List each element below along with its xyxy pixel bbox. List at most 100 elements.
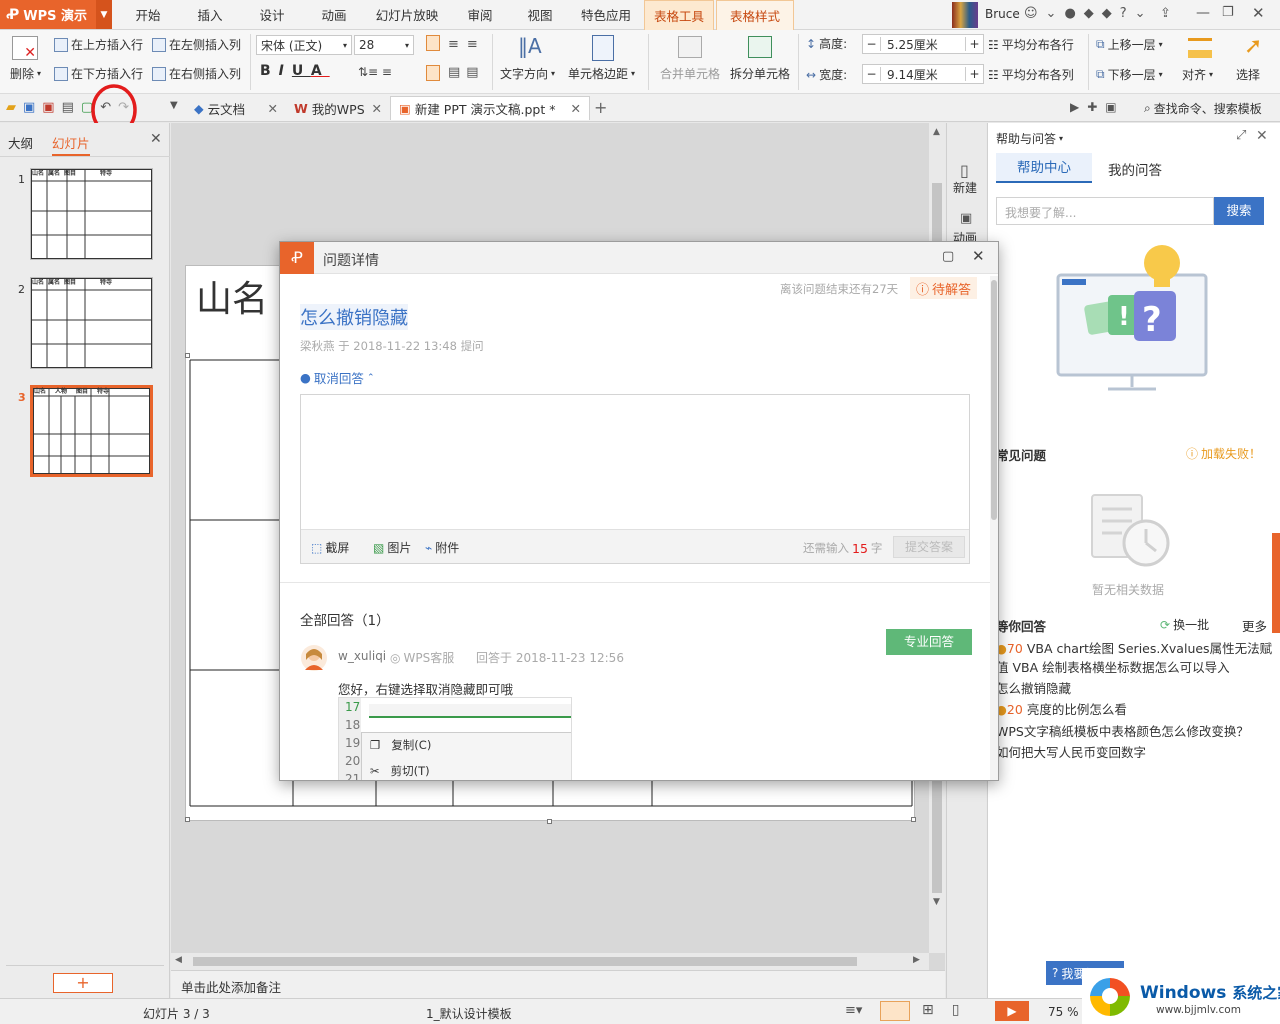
scroll-left-icon[interactable]: ◀ bbox=[175, 955, 182, 965]
list-item[interactable]: WPS文字稿纸模板中表格颜色怎么修改变换？ bbox=[996, 722, 1274, 741]
maximize-icon[interactable]: ▢ bbox=[942, 249, 954, 264]
scroll-up-icon[interactable]: ▲ bbox=[933, 127, 940, 137]
cell-margin-icon[interactable] bbox=[592, 35, 614, 61]
help-panel-title[interactable]: 帮助与问答 ▾ bbox=[996, 130, 1063, 147]
valign-top-icon[interactable] bbox=[426, 65, 440, 81]
answer-editor[interactable]: ⬚ 截屏 ▧ 图片 ⌁ 附件 还需输入 15 字 提交答案 bbox=[300, 394, 970, 564]
align-icons[interactable]: ≡≡ bbox=[448, 37, 486, 52]
faq-error[interactable]: ⓘ 加载失败！ bbox=[1186, 445, 1261, 462]
tab-special[interactable]: 特色应用 bbox=[578, 0, 634, 30]
delete-button[interactable]: 删除 ▾ bbox=[10, 65, 41, 82]
pro-answer-button[interactable]: 专业回答 bbox=[886, 629, 972, 655]
context-copy[interactable]: ❐ 复制(C) bbox=[370, 737, 431, 753]
tab-slides[interactable]: 幻灯片 bbox=[52, 133, 90, 156]
play-slideshow-button[interactable]: ▶ bbox=[995, 1001, 1029, 1021]
answer-user[interactable]: w_xuliqi bbox=[338, 649, 386, 663]
add-slide-button[interactable]: + bbox=[53, 973, 113, 993]
width-input[interactable]: 9.14厘米 bbox=[881, 66, 965, 83]
width-stepper[interactable]: −9.14厘米 + bbox=[862, 64, 984, 84]
image-button[interactable]: ▧ 图片 bbox=[373, 539, 411, 556]
upload-icon[interactable]: ⇪ bbox=[1160, 6, 1171, 21]
horizontal-scrollbar[interactable]: ◀ ▶ bbox=[171, 953, 929, 970]
close-panel-icon[interactable]: ✕ bbox=[150, 131, 162, 147]
distribute-rows-button[interactable]: ☷ 平均分布各行 bbox=[988, 36, 1074, 53]
submit-answer-button[interactable]: 提交答案 bbox=[893, 536, 965, 558]
insert-right-button[interactable]: 在右侧插入列 bbox=[152, 65, 241, 82]
doc-tab-cloud[interactable]: ◆ 云文档 ✕ bbox=[186, 96, 286, 120]
doc-tab-mywps[interactable]: W 我的WPS ✕ bbox=[286, 96, 390, 120]
tab-help-center[interactable]: 帮助中心 bbox=[996, 153, 1092, 183]
view-mode-icons[interactable]: ⊞▯ bbox=[922, 1002, 977, 1018]
font-select[interactable]: 宋体 (正文) ▾ bbox=[256, 35, 352, 55]
doc-tab-current[interactable]: ▣ 新建 PPT 演示文稿.ppt * ✕ bbox=[390, 96, 590, 120]
chevron-down-icon[interactable]: ▼ bbox=[96, 0, 112, 29]
restore-icon[interactable]: ❐ bbox=[1222, 5, 1234, 20]
align-button[interactable]: 对齐 ▾ bbox=[1182, 66, 1213, 83]
send-backward-button[interactable]: ⧉ 下移一层 ▾ bbox=[1096, 66, 1163, 83]
cell-margin-button[interactable]: 单元格边距 ▾ bbox=[568, 65, 635, 82]
template-name[interactable]: 1_默认设计模板 bbox=[426, 1005, 512, 1022]
scroll-thumb[interactable] bbox=[991, 280, 997, 520]
merge-cells-button[interactable]: 合并单元格 bbox=[660, 65, 720, 82]
list-item[interactable]: 怎么撤销隐藏 bbox=[996, 679, 1274, 698]
normal-view-icon[interactable] bbox=[880, 1001, 910, 1021]
font-style-buttons[interactable]: BIUA bbox=[260, 63, 330, 79]
close-icon[interactable]: ✕ bbox=[268, 101, 278, 116]
tab-animation[interactable]: 动画 bbox=[314, 0, 354, 30]
resize-handle[interactable] bbox=[185, 353, 190, 358]
tab-outline[interactable]: 大纲 bbox=[8, 133, 33, 152]
tab-my-qa[interactable]: 我的问答 bbox=[1108, 159, 1162, 179]
dialog-scrollbar[interactable] bbox=[990, 276, 998, 780]
tab-view[interactable]: 视图 bbox=[520, 0, 560, 30]
tab-bar-icons[interactable]: ▶✚▣ bbox=[1070, 100, 1125, 114]
title-bar-icons[interactable]: ☺⌄●◆◆?⌄ bbox=[1024, 6, 1154, 21]
side-collapse-tab[interactable] bbox=[1272, 533, 1280, 633]
expand-icon[interactable]: ⤢ bbox=[1236, 128, 1246, 143]
close-icon[interactable]: ✕ bbox=[571, 101, 581, 116]
height-stepper[interactable]: −5.25厘米 + bbox=[862, 34, 984, 54]
close-icon[interactable]: ✕ bbox=[972, 247, 985, 265]
tab-table-style[interactable]: 表格样式 bbox=[716, 0, 794, 30]
slide-thumbnail-1[interactable]: 山名 属名 图目 特寺 bbox=[30, 168, 153, 260]
scroll-thumb[interactable] bbox=[193, 957, 857, 966]
tab-insert[interactable]: 插入 bbox=[190, 0, 230, 30]
minimize-icon[interactable]: — bbox=[1196, 5, 1210, 21]
text-direction-button[interactable]: 文字方向 ▾ bbox=[500, 65, 555, 82]
tab-home[interactable]: 开始 bbox=[128, 0, 168, 30]
dropdown-icon[interactable]: ▼ bbox=[170, 100, 178, 111]
more-link[interactable]: 更多 bbox=[1242, 616, 1267, 635]
close-icon[interactable]: ✕ bbox=[1256, 128, 1268, 144]
scroll-right-icon[interactable]: ▶ bbox=[913, 955, 920, 965]
strip-new-button[interactable]: 新建 bbox=[953, 179, 977, 196]
bring-forward-button[interactable]: ⧉ 上移一层 ▾ bbox=[1096, 36, 1163, 53]
resize-handle[interactable] bbox=[185, 817, 190, 822]
skin-icon[interactable] bbox=[952, 2, 978, 28]
slide-thumbnail-3[interactable]: 山名 人物 图目 特寺 bbox=[30, 385, 153, 477]
height-input[interactable]: 5.25厘米 bbox=[881, 36, 965, 53]
insert-below-button[interactable]: 在下方插入行 bbox=[54, 65, 143, 82]
notes-pane[interactable]: 单击此处添加备注 bbox=[171, 970, 945, 998]
resize-handle[interactable] bbox=[911, 817, 916, 822]
list-item[interactable]: ●70 VBA chart绘图 Series.Xvalues属性无法赋值 VBA… bbox=[996, 639, 1274, 677]
close-icon[interactable]: ✕ bbox=[372, 101, 382, 116]
tab-table-tools[interactable]: 表格工具 bbox=[644, 0, 714, 30]
insert-above-button[interactable]: 在上方插入行 bbox=[54, 36, 143, 53]
distribute-cols-button[interactable]: ☷ 平均分布各列 bbox=[988, 66, 1074, 83]
resize-handle[interactable] bbox=[547, 819, 552, 824]
new-tab-icon[interactable]: + bbox=[594, 98, 607, 117]
refresh-button[interactable]: ⟳ 换一批 bbox=[1160, 616, 1209, 633]
answer-screenshot[interactable]: 17 18 19 20 21 ❐ 复制(C) ✂ 剪切(T) bbox=[338, 697, 572, 780]
tab-slideshow[interactable]: 幻灯片放映 bbox=[372, 0, 442, 30]
help-search-input[interactable]: 我想要了解... bbox=[996, 197, 1214, 225]
close-icon[interactable]: ✕ bbox=[1252, 4, 1265, 22]
app-menu-button[interactable]: Ꝓ WPS 演示 ▼ bbox=[0, 0, 112, 29]
line-spacing-icon[interactable]: ⇅≡ ≡ bbox=[358, 65, 392, 79]
attachment-button[interactable]: ⌁ 附件 bbox=[425, 539, 459, 556]
tab-review[interactable]: 审阅 bbox=[460, 0, 500, 30]
tab-design[interactable]: 设计 bbox=[252, 0, 292, 30]
valign-icons[interactable]: ▤▤ bbox=[448, 65, 485, 80]
zoom-level[interactable]: 75 % bbox=[1048, 1005, 1079, 1019]
help-search-button[interactable]: 搜索 bbox=[1214, 197, 1264, 225]
slide-thumbnail-2[interactable]: 山名 属名 图目 特寺 bbox=[30, 277, 153, 369]
list-item[interactable]: ●20 亮度的比例怎么看 bbox=[996, 700, 1274, 719]
